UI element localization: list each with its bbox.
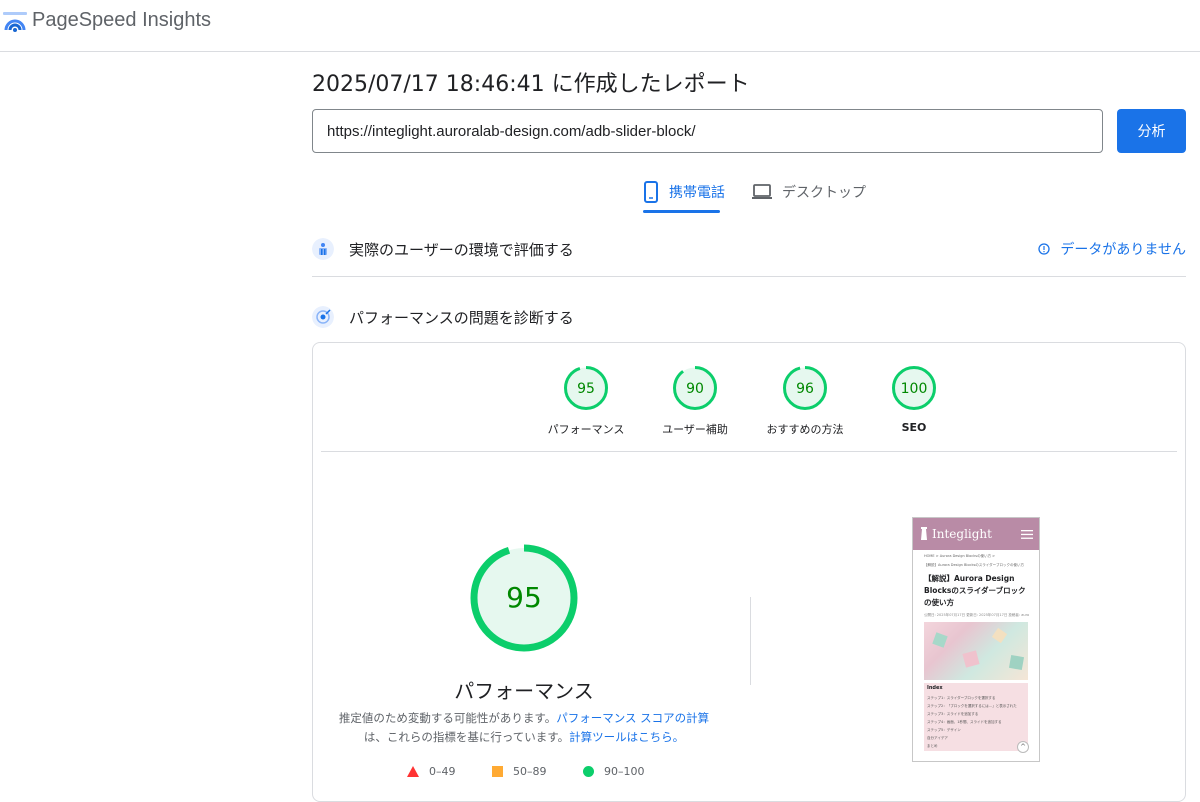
tab-desktop[interactable]: デスクトップ — [752, 172, 866, 212]
card-divider — [321, 451, 1177, 452]
legend-label: 0–49 — [429, 765, 456, 778]
score-gauge-seo[interactable]: 100 SEO — [859, 365, 969, 434]
no-data-link[interactable]: データがありません — [1038, 239, 1186, 259]
tab-mobile[interactable]: 携帯電話 — [643, 172, 725, 212]
pass-circle-icon — [583, 766, 594, 777]
big-score-value: 95 — [506, 581, 542, 614]
gauge-ring: 96 — [783, 366, 827, 410]
field-data-section: 実際のユーザーの環境で評価する データがありません — [312, 237, 1186, 261]
toc-item: ステップ4：画面、1秒間、スライドを追加する — [927, 720, 1002, 724]
score-value: 96 — [796, 381, 814, 397]
article-title: 【解説】Aurora Design Blocksのスライダーブロックの使い方 — [924, 574, 1026, 607]
legend-pass: 90–100 — [583, 765, 645, 778]
site-header: Integlight — [913, 518, 1039, 550]
score-value: 95 — [577, 381, 595, 397]
url-input[interactable] — [312, 109, 1103, 153]
users-icon — [312, 238, 334, 260]
score-value: 100 — [901, 381, 928, 397]
report-title: 2025/07/17 18:46:41 に作成したレポート — [312, 72, 750, 97]
score-value: 90 — [686, 381, 704, 397]
average-square-icon — [492, 766, 503, 777]
vertical-separator — [750, 597, 751, 685]
no-data-label: データがありません — [1060, 242, 1186, 258]
results-card: 95 パフォーマンス 90 ユーザー補助 96 おすすめの方法 100 SEO — [312, 342, 1186, 802]
hamburger-menu-icon — [1021, 529, 1033, 539]
legend-average: 50–89 — [492, 765, 547, 778]
score-gauge-best-practices[interactable]: 96 おすすめの方法 — [750, 365, 860, 437]
field-data-title: 実際のユーザーの環境で評価する — [349, 240, 574, 259]
lab-data-title: パフォーマンスの問題を診断する — [349, 308, 574, 327]
gauge-ring: 100 — [892, 366, 936, 410]
toc-title: Index — [927, 685, 943, 691]
scroll-top-icon: ^ — [1017, 741, 1029, 753]
performance-description: 推定値のため変動する可能性があります。パフォーマンス スコアの計算 は、これらの… — [333, 709, 715, 747]
toc-item: ステップ3：スライドを追加する — [927, 712, 979, 716]
toc-item: ステップ2：「ブロックを選択するには…」と表示された — [927, 704, 1017, 708]
phone-icon — [644, 181, 658, 203]
brand-title[interactable]: PageSpeed Insights — [32, 9, 211, 32]
lab-data-section: パフォーマンスの問題を診断する — [312, 305, 1186, 329]
pagespeed-logo-icon[interactable] — [3, 10, 27, 34]
page-screenshot: Integlight HOME > Aurora Design Blocksの使… — [912, 517, 1040, 762]
analyze-button[interactable]: 分析 — [1117, 109, 1186, 153]
calculator-link[interactable]: 計算ツールはこちら。 — [569, 730, 684, 744]
performance-big-gauge: 95 — [470, 544, 578, 652]
lighthouse-logo-icon — [921, 527, 927, 540]
toc-item: まとめ — [927, 744, 938, 748]
legend-fail: 0–49 — [407, 765, 456, 778]
legend-label: 90–100 — [604, 765, 645, 778]
article-meta: 公開日: 2025年07月17日 更新日: 2025年07月17日 投稿者: a… — [924, 613, 1030, 617]
toc-item: ステップ5：デザイン — [927, 728, 961, 732]
tab-desktop-label: デスクトップ — [782, 185, 866, 201]
info-icon — [1038, 243, 1051, 255]
toc-box: Index ステップ1：スライダーブロックを選択する ステップ2：「ブロックを選… — [924, 683, 1028, 751]
lab-flask-icon — [312, 306, 334, 328]
hero-image — [924, 622, 1028, 680]
score-label: パフォーマンス — [547, 423, 625, 436]
score-label: ユーザー補助 — [662, 423, 728, 436]
top-bar: PageSpeed Insights — [0, 0, 1200, 52]
section-divider — [312, 276, 1186, 277]
performance-title: パフォーマンス — [454, 679, 594, 703]
site-subline: 【解説】Aurora Design Blocksのスライダーブロックの使い方 — [924, 563, 1024, 567]
laptop-icon — [752, 184, 772, 199]
desc-text: は、これらの指標を基に行っています。 — [363, 730, 570, 744]
score-label: おすすめの方法 — [766, 423, 844, 436]
desc-text: 推定値のため変動する可能性があります。 — [338, 711, 557, 725]
fail-triangle-icon — [407, 766, 419, 777]
gauge-ring: 95 — [564, 366, 608, 410]
tab-indicator — [643, 210, 720, 213]
score-label: SEO — [901, 421, 927, 434]
tab-mobile-label: 携帯電話 — [669, 185, 725, 201]
gauge-ring: 90 — [673, 366, 717, 410]
legend-label: 50–89 — [513, 765, 547, 778]
site-name: Integlight — [932, 527, 992, 541]
toc-item: 自分アイデア — [927, 736, 948, 740]
score-gauge-performance[interactable]: 95 パフォーマンス — [531, 365, 641, 437]
score-gauge-accessibility[interactable]: 90 ユーザー補助 — [640, 365, 750, 437]
toc-item: ステップ1：スライダーブロックを選択する — [927, 696, 996, 700]
site-breadcrumb: HOME > Aurora Design Blocksの使い方 > — [924, 554, 996, 558]
score-calc-link[interactable]: パフォーマンス スコアの計算 — [556, 711, 709, 725]
